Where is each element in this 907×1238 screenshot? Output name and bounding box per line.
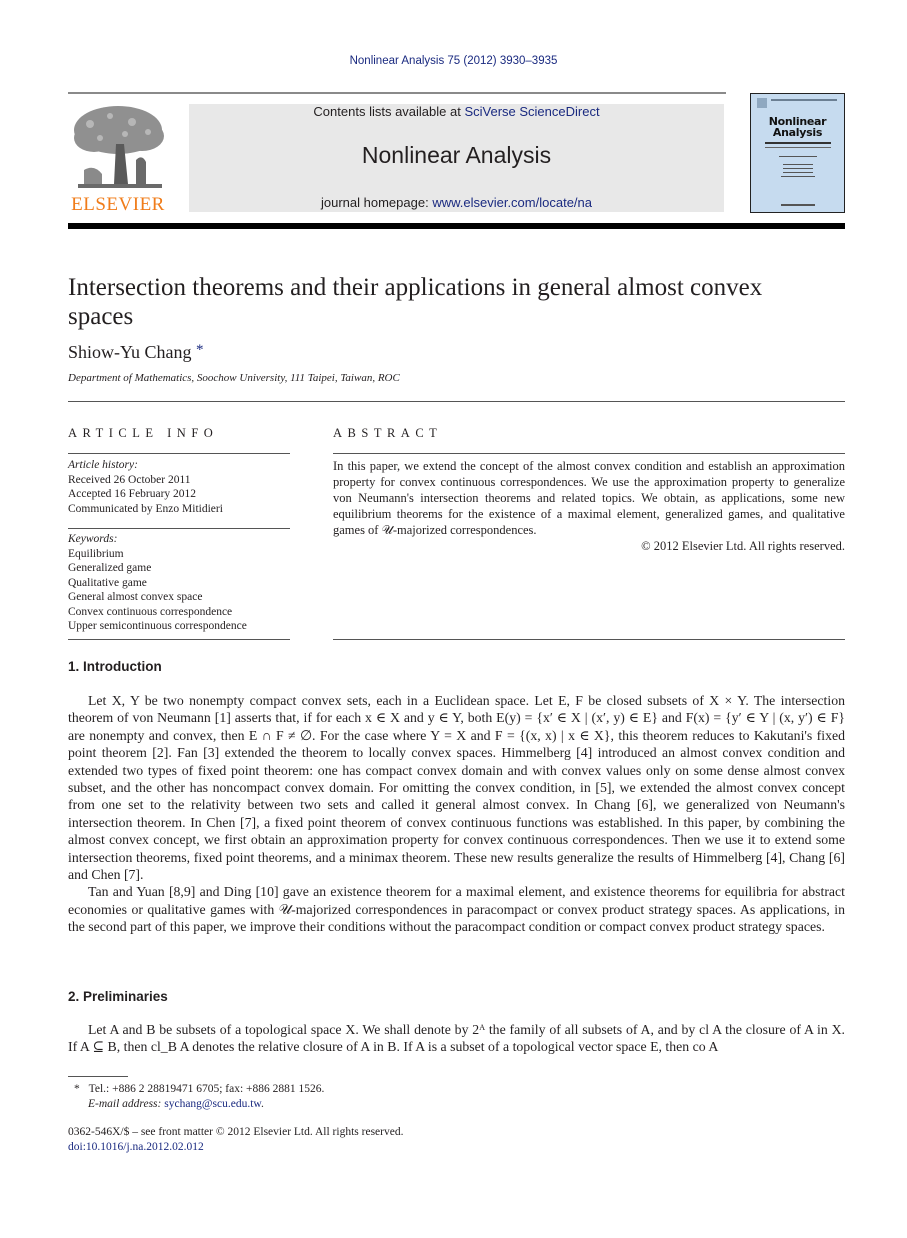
cover-title: Nonlinear Analysis [751,116,844,138]
header-rule [68,92,726,94]
paragraph: Tan and Yuan [8,9] and Ding [10] gave an… [68,884,845,935]
abstract: In this paper, we extend the concept of … [333,458,845,554]
corresponding-author-mark[interactable]: * [196,342,204,358]
keywords: Keywords: Equilibrium Generalized game Q… [68,532,290,634]
author-line: Shiow-Yu Chang * [68,342,204,363]
email-link[interactable]: sychang@scu.edu.tw [164,1098,261,1110]
journal-homepage-link[interactable]: www.elsevier.com/locate/na [432,195,592,210]
affiliation: Department of Mathematics, Soochow Unive… [68,372,400,384]
header-thick-rule [68,223,845,229]
journal-title: Nonlinear Analysis [361,142,552,168]
abstract-copyright: © 2012 Elsevier Ltd. All rights reserved… [641,539,845,553]
article-info-heading: ARTICLE INFO [68,426,219,440]
front-matter: 0362-546X/$ – see front matter © 2012 El… [68,1125,403,1155]
cover-text-line [783,172,813,173]
homepage-prefix: journal homepage: [321,195,433,210]
cover-publisher-line [781,204,815,206]
footnote-contact-text: Tel.: +886 2 28819471 6705; fax: +886 28… [88,1083,325,1095]
journal-reference-link[interactable]: Nonlinear Analysis 75 (2012) 3930–3935 [350,55,558,67]
journal-banner: Contents lists available at SciVerse Sci… [189,104,724,212]
email-label: E-mail address: [88,1098,162,1110]
journal-cover-thumbnail[interactable]: Nonlinear Analysis [750,93,845,213]
paragraph: Let X, Y be two nonempty compact convex … [68,693,845,883]
contents-available-line: Contents lists available at SciVerse Sci… [189,104,724,119]
footnote-rule [68,1076,128,1077]
cover-issue-line [771,99,837,101]
footnote-contact: * Tel.: +886 2 28819471 6705; fax: +886 … [68,1082,324,1097]
cover-logo-icon [757,98,767,108]
author-footnote: * Tel.: +886 2 28819471 6705; fax: +886 … [68,1082,324,1112]
title-rule [68,401,845,402]
journal-reference[interactable]: Nonlinear Analysis 75 (2012) 3930–3935 [0,55,907,67]
keyword-item: Generalized game [68,562,152,574]
cover-text-line [779,156,817,157]
section-preliminaries-body: Let A and B be subsets of a topological … [68,1021,845,1056]
author-name: Shiow-Yu Chang [68,342,192,362]
footnote-mark: * [74,1083,80,1095]
cover-text-line [783,164,813,165]
cover-subtitle-line [765,142,831,144]
journal-homepage-line: journal homepage: www.elsevier.com/locat… [189,195,724,210]
article-info-rule [68,639,290,640]
article-title: Intersection theorems and their applicat… [68,274,763,330]
elsevier-wordmark: ELSEVIER [71,194,165,215]
keyword-item: Upper semicontinuous correspondence [68,620,247,632]
section-heading-introduction: 1. Introduction [68,659,162,674]
history-accepted: Accepted 16 February 2012 [68,488,197,500]
paragraph: Let A and B be subsets of a topological … [68,1022,845,1055]
section-introduction-body: Let X, Y be two nonempty compact convex … [68,692,845,936]
article-history: Article history: Received 26 October 201… [68,458,290,516]
history-communicated: Communicated by Enzo Mitidieri [68,502,223,515]
issn-line: 0362-546X/$ – see front matter © 2012 El… [68,1126,404,1138]
keyword-item: Equilibrium [68,547,124,560]
abstract-text: In this paper, we extend the concept of … [333,459,845,537]
keyword-item: Convex continuous correspondence [68,605,233,618]
cover-subtitle-line [765,147,831,148]
article-info-rule [68,528,290,529]
article-history-label: Article history: [68,459,138,471]
keyword-item: Qualitative game [68,576,147,589]
keywords-label: Keywords: [68,533,118,545]
cover-text-line [783,168,813,169]
article-info-rule [68,453,290,454]
abstract-rule [333,639,845,640]
footnote-email-line: E-mail address: sychang@scu.edu.tw. [88,1098,264,1110]
elsevier-tree-icon [74,106,164,188]
cover-title-line2: Analysis [772,126,823,139]
abstract-rule [333,453,845,454]
abstract-heading: ABSTRACT [333,426,443,440]
history-received: Received 26 October 2011 [68,473,191,486]
elsevier-logo[interactable]: ELSEVIER [66,104,170,216]
doi-link[interactable]: doi:10.1016/j.na.2012.02.012 [68,1140,403,1155]
sciencedirect-link[interactable]: SciVerse ScienceDirect [464,104,599,119]
contents-prefix: Contents lists available at [313,104,465,119]
cover-text-line [781,176,815,177]
section-heading-preliminaries: 2. Preliminaries [68,989,168,1004]
keyword-item: General almost convex space [68,591,203,603]
